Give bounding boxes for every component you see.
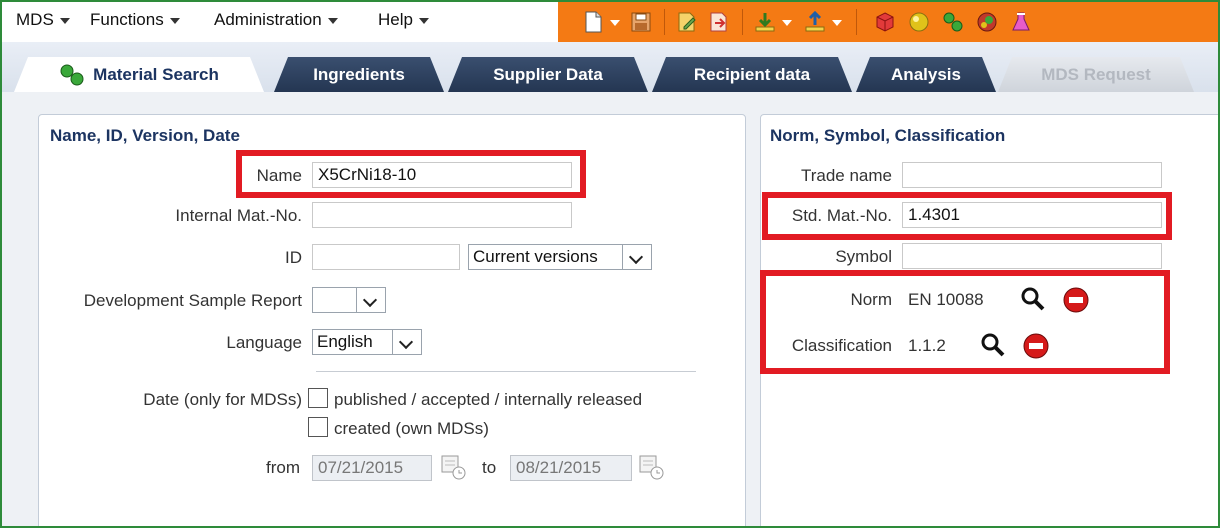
chevron-down-icon bbox=[169, 17, 180, 24]
version-select[interactable]: Current versions bbox=[468, 244, 652, 270]
download-dropdown-icon[interactable] bbox=[782, 20, 792, 26]
trade-name-input[interactable] bbox=[902, 162, 1162, 188]
chevron-down-icon bbox=[356, 288, 385, 312]
tab-material-search[interactable]: Material Search bbox=[14, 57, 264, 92]
menu-help[interactable]: Help bbox=[378, 10, 429, 30]
chevron-down-icon bbox=[418, 17, 429, 24]
tab-ingredients[interactable]: Ingredients bbox=[274, 57, 444, 92]
search-icon[interactable] bbox=[1020, 286, 1046, 312]
chevron-down-icon bbox=[59, 17, 70, 24]
symbol-input[interactable] bbox=[902, 243, 1162, 269]
new-dropdown-icon[interactable] bbox=[610, 20, 620, 26]
tab-bar: Material Search Ingredients Supplier Dat… bbox=[2, 42, 1218, 92]
created-checkbox[interactable] bbox=[308, 417, 328, 437]
from-date-input[interactable] bbox=[312, 455, 432, 481]
menu-mds[interactable]: MDS bbox=[16, 10, 70, 30]
date-label: Date (only for MDSs) bbox=[143, 390, 302, 409]
download-icon[interactable] bbox=[754, 11, 776, 33]
published-checkbox[interactable] bbox=[308, 388, 328, 408]
save-icon[interactable] bbox=[630, 11, 652, 33]
molecule-icon[interactable] bbox=[942, 11, 964, 33]
norm-value: EN 10088 bbox=[908, 290, 984, 309]
std-mat-no-input[interactable] bbox=[902, 202, 1162, 228]
published-checkbox-label: published / accepted / internally releas… bbox=[334, 390, 643, 409]
to-date-input[interactable] bbox=[510, 455, 632, 481]
cube-icon[interactable] bbox=[874, 11, 896, 33]
calendar-icon[interactable] bbox=[440, 453, 468, 481]
divider bbox=[316, 371, 696, 372]
flask-icon[interactable] bbox=[1010, 11, 1032, 33]
dev-sample-report-label: Development Sample Report bbox=[83, 291, 302, 310]
trade-name-label: Trade name bbox=[800, 166, 892, 185]
name-input[interactable] bbox=[312, 162, 572, 188]
symbol-label: Symbol bbox=[835, 247, 892, 266]
tab-analysis[interactable]: Analysis bbox=[856, 57, 996, 92]
sphere-icon[interactable] bbox=[908, 11, 930, 33]
export-document-icon[interactable] bbox=[708, 11, 730, 33]
search-icon[interactable] bbox=[980, 332, 1006, 358]
menu-administration[interactable]: Administration bbox=[214, 10, 338, 30]
id-input[interactable] bbox=[312, 244, 460, 270]
remove-icon[interactable] bbox=[1062, 286, 1090, 314]
new-document-icon[interactable] bbox=[582, 11, 604, 33]
app-window: MDS Functions Administration Help Materi… bbox=[0, 0, 1220, 528]
created-checkbox-label: created (own MDSs) bbox=[334, 419, 489, 438]
tab-recipient-data[interactable]: Recipient data bbox=[652, 57, 852, 92]
panel-title: Name, ID, Version, Date bbox=[50, 126, 240, 145]
calendar-icon[interactable] bbox=[638, 453, 666, 481]
menu-functions[interactable]: Functions bbox=[90, 10, 180, 30]
panel-title: Norm, Symbol, Classification bbox=[770, 126, 1006, 145]
name-label: Name bbox=[256, 166, 302, 185]
id-label: ID bbox=[285, 248, 302, 267]
remove-icon[interactable] bbox=[1022, 332, 1050, 360]
chevron-down-icon bbox=[392, 330, 421, 354]
std-mat-no-label: Std. Mat.-No. bbox=[791, 206, 892, 225]
norm-label: Norm bbox=[850, 290, 892, 309]
language-select[interactable]: English bbox=[312, 329, 422, 355]
chevron-down-icon bbox=[622, 245, 651, 269]
molecule-icon bbox=[59, 64, 85, 86]
tab-mds-request: MDS Request bbox=[998, 57, 1194, 92]
from-label: from bbox=[266, 458, 300, 477]
classification-value: 1.1.2 bbox=[908, 336, 946, 355]
language-label: Language bbox=[226, 333, 302, 352]
to-label: to bbox=[482, 458, 497, 477]
chevron-down-icon bbox=[327, 17, 338, 24]
tab-supplier-data[interactable]: Supplier Data bbox=[448, 57, 648, 92]
upload-icon[interactable] bbox=[804, 11, 826, 33]
internal-mat-no-input[interactable] bbox=[312, 202, 572, 228]
toolbar bbox=[558, 2, 1218, 43]
edit-document-icon[interactable] bbox=[676, 11, 698, 33]
dev-sample-report-select[interactable] bbox=[312, 287, 386, 313]
internal-mat-no-label: Internal Mat.-No. bbox=[175, 206, 302, 225]
compound-icon[interactable] bbox=[976, 11, 998, 33]
upload-dropdown-icon[interactable] bbox=[832, 20, 842, 26]
classification-label: Classification bbox=[791, 336, 892, 355]
